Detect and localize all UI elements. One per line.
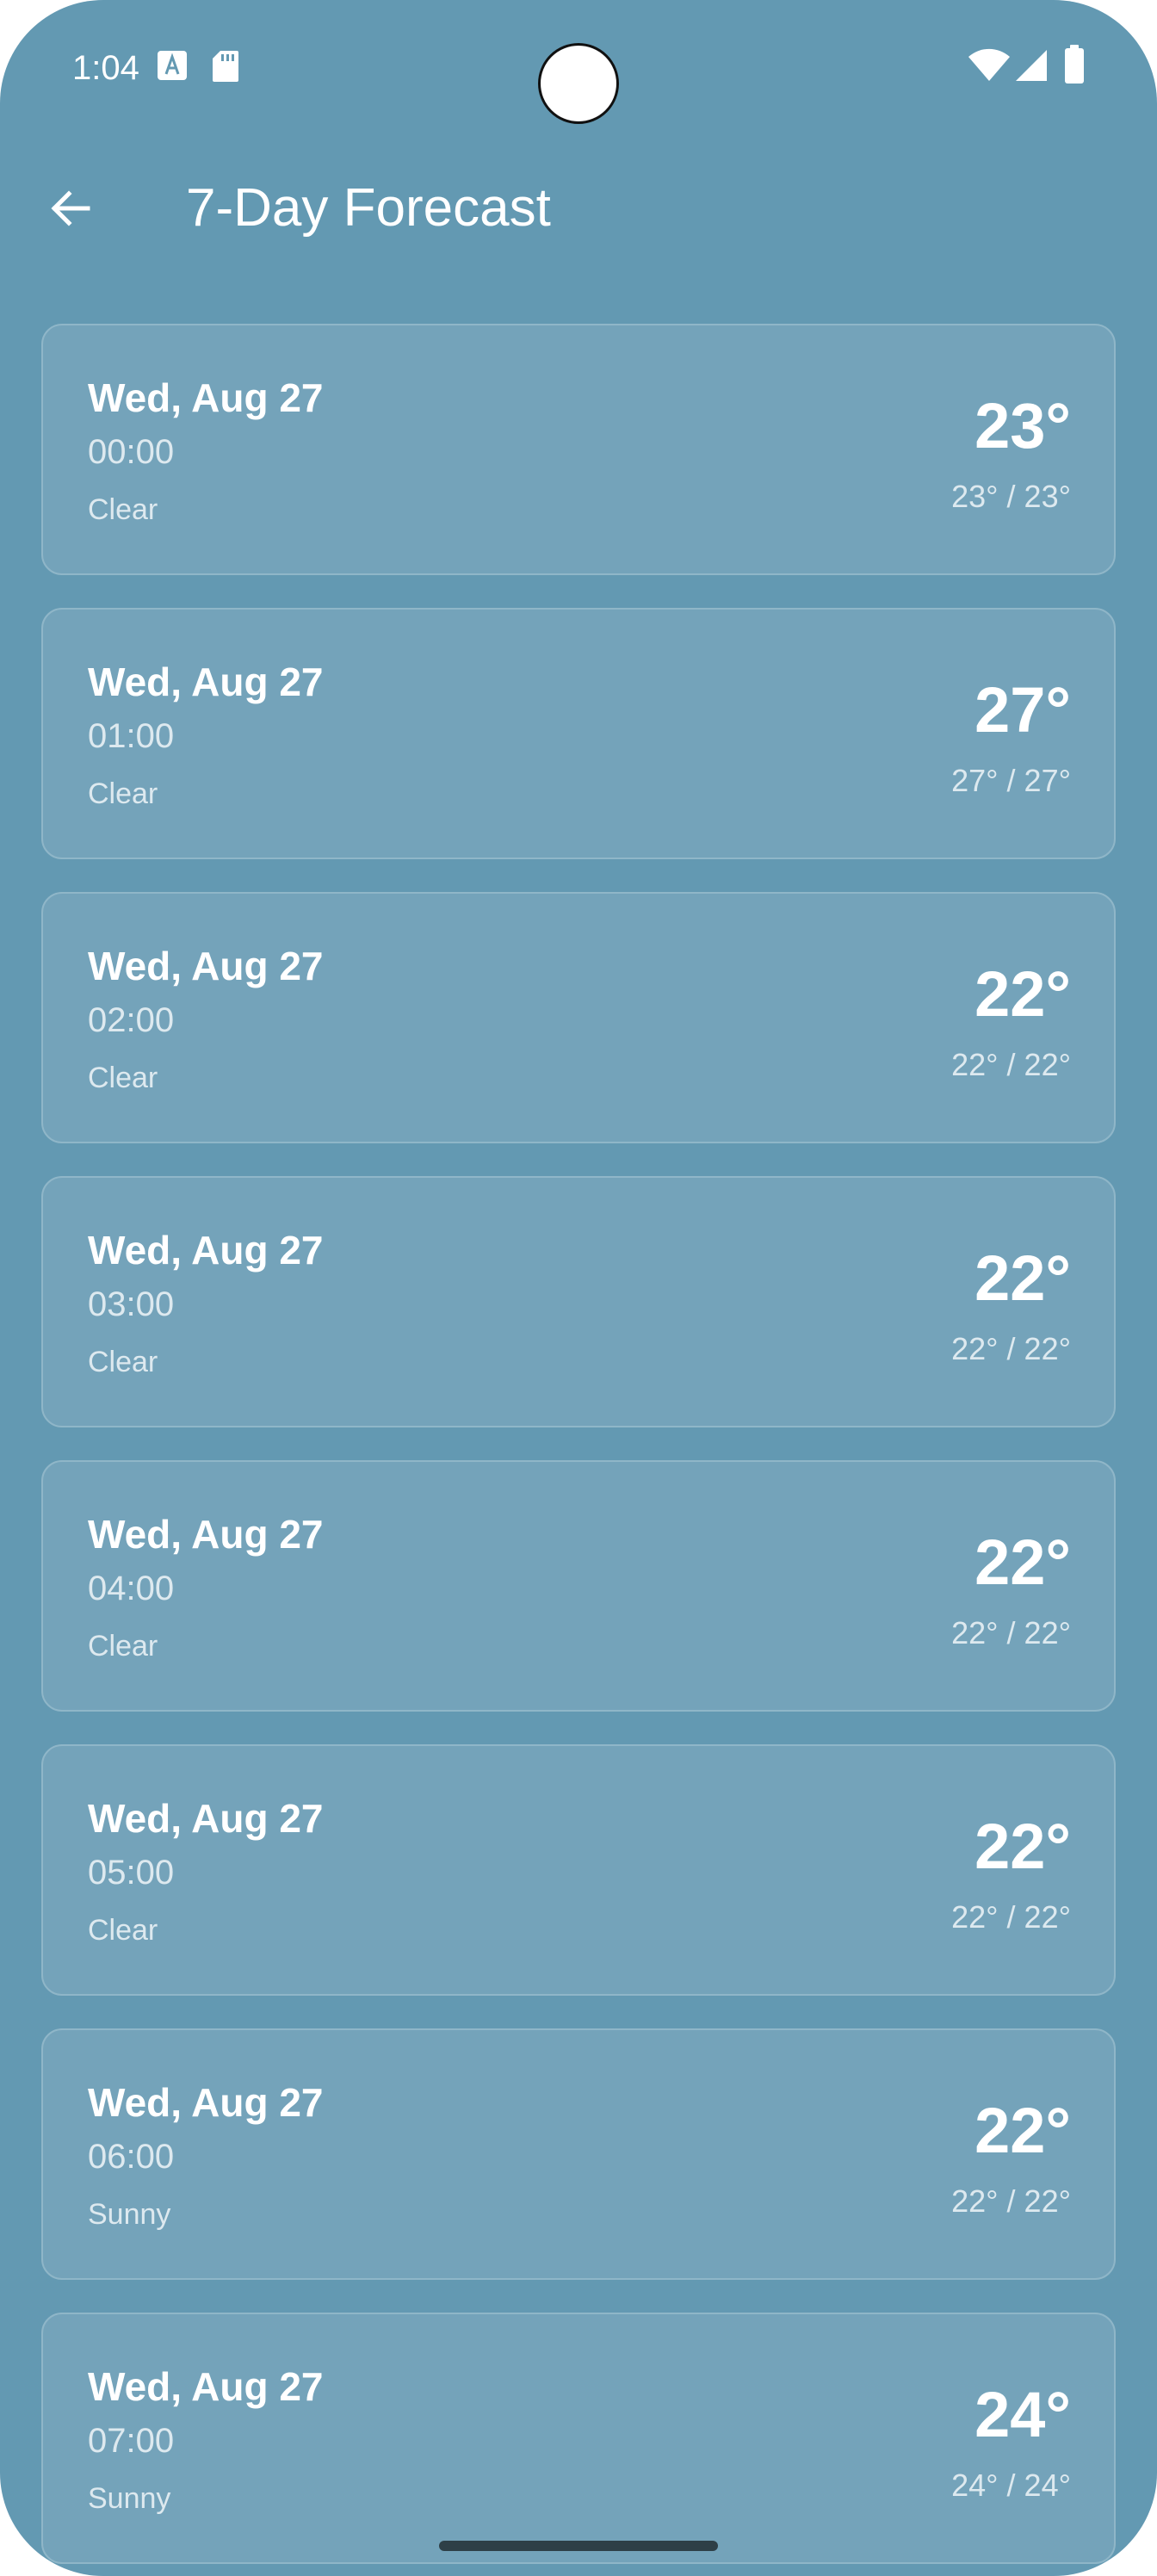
forecast-date: Wed, Aug 27 bbox=[88, 1796, 324, 1841]
forecast-time: 02:00 bbox=[88, 1001, 175, 1039]
forecast-condition: Clear bbox=[88, 1346, 158, 1378]
forecast-temperature: 24° bbox=[974, 2379, 1071, 2450]
forecast-temperature: 27° bbox=[974, 674, 1071, 746]
forecast-card[interactable]: Wed, Aug 27 02:00 Clear 22° 22° / 22° bbox=[41, 892, 1116, 1143]
forecast-date: Wed, Aug 27 bbox=[88, 659, 324, 704]
forecast-card[interactable]: Wed, Aug 27 07:00 Sunny 24° 24° / 24° bbox=[41, 2313, 1116, 2564]
forecast-card[interactable]: Wed, Aug 27 01:00 Clear 27° 27° / 27° bbox=[41, 608, 1116, 859]
app-screen: 1:04 7-Day Forecast Wed, Aug 27 00:00 Cl… bbox=[0, 0, 1157, 2576]
forecast-condition: Sunny bbox=[88, 2482, 171, 2515]
forecast-condition: Clear bbox=[88, 493, 158, 526]
forecast-temp-range: 27° / 27° bbox=[951, 763, 1071, 798]
forecast-temp-range: 24° / 24° bbox=[951, 2468, 1071, 2503]
forecast-condition: Clear bbox=[88, 777, 158, 810]
back-button[interactable] bbox=[34, 174, 107, 246]
forecast-card[interactable]: Wed, Aug 27 04:00 Clear 22° 22° / 22° bbox=[41, 1460, 1116, 1712]
forecast-temperature: 22° bbox=[974, 958, 1071, 1030]
forecast-time: 05:00 bbox=[88, 1854, 175, 1892]
forecast-time: 07:00 bbox=[88, 2422, 175, 2460]
forecast-condition: Sunny bbox=[88, 2198, 171, 2231]
battery-icon bbox=[1064, 45, 1085, 89]
cellular-signal-icon bbox=[1014, 48, 1049, 87]
forecast-date: Wed, Aug 27 bbox=[88, 1512, 324, 1557]
forecast-card[interactable]: Wed, Aug 27 06:00 Sunny 22° 22° / 22° bbox=[41, 2028, 1116, 2280]
app-bar: 7-Day Forecast bbox=[0, 155, 1157, 262]
page-title: 7-Day Forecast bbox=[186, 178, 551, 238]
status-bar: 1:04 bbox=[0, 0, 1157, 138]
wifi-icon bbox=[968, 48, 1011, 87]
forecast-temp-range: 22° / 22° bbox=[951, 1331, 1071, 1366]
home-indicator[interactable] bbox=[439, 2541, 718, 2551]
forecast-temperature: 22° bbox=[974, 1242, 1071, 1314]
forecast-temperature: 22° bbox=[974, 2095, 1071, 2166]
forecast-time: 03:00 bbox=[88, 1285, 175, 1323]
forecast-card[interactable]: Wed, Aug 27 05:00 Clear 22° 22° / 22° bbox=[41, 1744, 1116, 1996]
forecast-condition: Clear bbox=[88, 1062, 158, 1094]
forecast-temperature: 22° bbox=[974, 1811, 1071, 1882]
forecast-time: 00:00 bbox=[88, 433, 175, 471]
forecast-time: 06:00 bbox=[88, 2138, 175, 2176]
forecast-condition: Clear bbox=[88, 1630, 158, 1663]
status-time: 1:04 bbox=[72, 49, 139, 87]
forecast-date: Wed, Aug 27 bbox=[88, 1228, 324, 1273]
forecast-date: Wed, Aug 27 bbox=[88, 2080, 324, 2125]
forecast-temp-range: 22° / 22° bbox=[951, 1899, 1071, 1935]
forecast-card[interactable]: Wed, Aug 27 00:00 Clear 23° 23° / 23° bbox=[41, 324, 1116, 575]
forecast-temperature: 22° bbox=[974, 1526, 1071, 1598]
front-camera bbox=[538, 43, 619, 124]
forecast-condition: Clear bbox=[88, 1914, 158, 1947]
forecast-temp-range: 22° / 22° bbox=[951, 1615, 1071, 1650]
forecast-time: 04:00 bbox=[88, 1570, 175, 1607]
forecast-list[interactable]: Wed, Aug 27 00:00 Clear 23° 23° / 23° We… bbox=[41, 324, 1116, 2576]
forecast-date: Wed, Aug 27 bbox=[88, 2364, 324, 2409]
forecast-temp-range: 22° / 22° bbox=[951, 1047, 1071, 1082]
forecast-temp-range: 23° / 23° bbox=[951, 479, 1071, 514]
arrow-back-icon bbox=[48, 186, 93, 235]
forecast-temperature: 23° bbox=[974, 390, 1071, 461]
forecast-temp-range: 22° / 22° bbox=[951, 2183, 1071, 2219]
forecast-card[interactable]: Wed, Aug 27 03:00 Clear 22° 22° / 22° bbox=[41, 1176, 1116, 1427]
forecast-date: Wed, Aug 27 bbox=[88, 944, 324, 988]
forecast-time: 01:00 bbox=[88, 717, 175, 755]
forecast-date: Wed, Aug 27 bbox=[88, 375, 324, 420]
font-accessibility-icon bbox=[157, 50, 188, 85]
sd-card-icon bbox=[212, 50, 239, 87]
